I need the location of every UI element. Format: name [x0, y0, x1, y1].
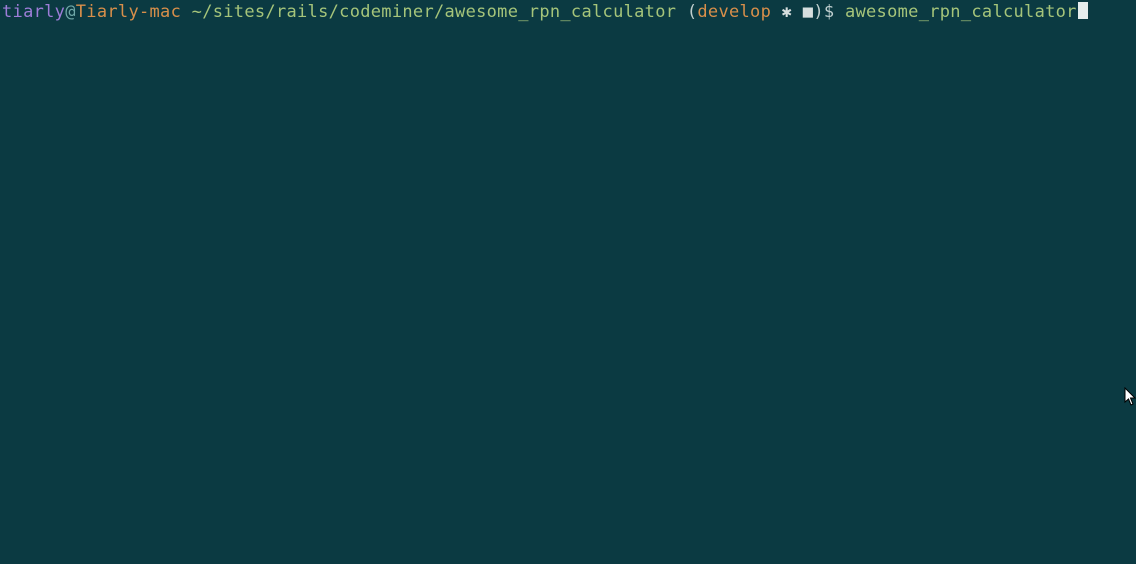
- prompt-space: [792, 2, 803, 22]
- prompt-branch: develop: [697, 2, 771, 22]
- prompt-space: [676, 2, 687, 22]
- status-dirty-icon: ✱: [782, 2, 793, 22]
- prompt-at: @: [65, 2, 76, 22]
- prompt-paren-close: ): [813, 2, 824, 22]
- prompt-host: Tiarly-mac: [76, 2, 181, 22]
- status-staged-icon: ■: [803, 2, 814, 22]
- prompt-path: ~/sites/rails/codeminer/awesome_rpn_calc…: [192, 2, 677, 22]
- prompt-paren-open: (: [687, 2, 698, 22]
- prompt-sigil: $: [824, 2, 835, 22]
- prompt-space: [181, 2, 192, 22]
- text-cursor: [1078, 2, 1088, 19]
- terminal-prompt-line[interactable]: tiarly@Tiarly-mac ~/sites/rails/codemine…: [0, 0, 1136, 22]
- prompt-space: [771, 2, 782, 22]
- prompt-user: tiarly: [2, 2, 65, 22]
- mouse-cursor-icon: [1124, 387, 1136, 407]
- command-input[interactable]: awesome_rpn_calculator: [845, 2, 1077, 22]
- prompt-space: [834, 2, 845, 22]
